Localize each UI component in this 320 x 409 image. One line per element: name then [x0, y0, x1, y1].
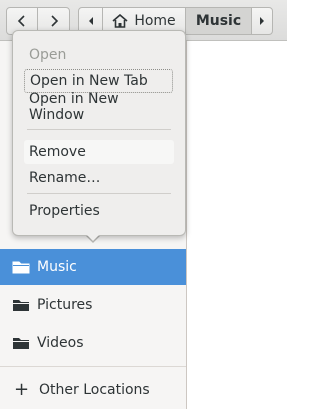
path-scroll-right-button[interactable] — [251, 7, 273, 35]
menu-item-properties[interactable]: Properties — [24, 199, 174, 223]
folder-icon — [12, 259, 32, 275]
sidebar-item-label: Videos — [37, 335, 84, 351]
sidebar-item-videos[interactable]: Videos — [0, 325, 186, 361]
home-icon — [112, 14, 128, 28]
chevron-left-icon — [17, 15, 27, 27]
menu-item-remove[interactable]: Remove — [24, 140, 174, 164]
sidebar-separator — [0, 366, 186, 367]
path-home-label: Home — [134, 13, 176, 29]
sidebar-item-label: Other Locations — [39, 382, 150, 398]
menu-separator — [27, 129, 171, 130]
sidebar-item-music[interactable]: Music — [0, 249, 186, 285]
plus-icon: + — [14, 379, 30, 400]
menu-item-open[interactable]: Open — [24, 43, 174, 67]
chevron-right-icon — [49, 15, 59, 27]
folder-icon — [12, 335, 32, 351]
chevron-right-icon — [258, 15, 266, 27]
menu-item-rename[interactable]: Rename… — [24, 166, 174, 190]
menu-separator — [27, 193, 171, 194]
folder-icon — [12, 297, 32, 313]
context-menu: Open Open in New Tab Open in New Window … — [12, 30, 186, 236]
menu-item-open-in-new-tab[interactable]: Open in New Tab — [24, 69, 173, 93]
file-view[interactable] — [187, 41, 287, 409]
sidebar-item-label: Music — [37, 259, 77, 275]
sidebar-item-other-locations[interactable]: + Other Locations — [0, 372, 186, 408]
menu-item-open-in-new-window[interactable]: Open in New Window — [24, 91, 174, 123]
sidebar-item-pictures[interactable]: Pictures — [0, 287, 186, 323]
path-current-button[interactable]: Music — [185, 7, 252, 35]
path-current-label: Music — [195, 13, 242, 29]
popover-arrow-fill — [85, 233, 101, 241]
sidebar-item-label: Pictures — [37, 297, 93, 313]
chevron-left-icon — [87, 15, 95, 27]
file-manager-window: Home Music Music Pictures Videos + Other… — [0, 0, 287, 409]
